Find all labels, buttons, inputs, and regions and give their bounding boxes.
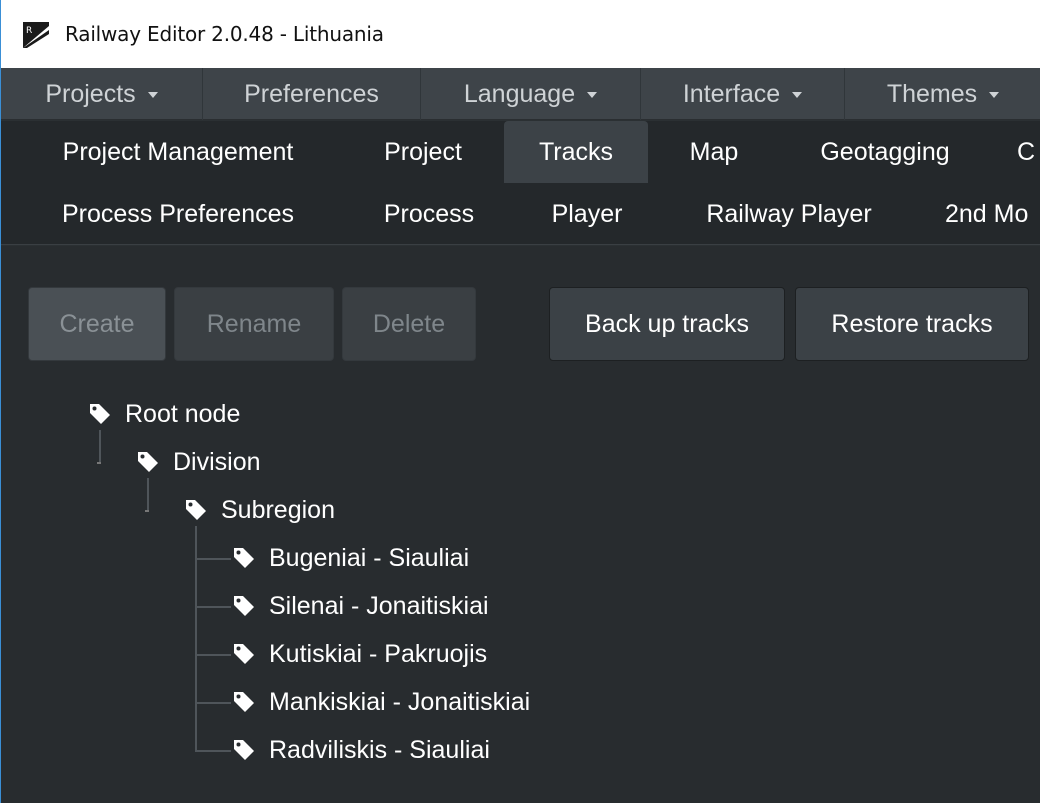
tag-icon xyxy=(138,452,158,472)
nav-language[interactable]: Language xyxy=(421,68,641,120)
tree-connector xyxy=(197,558,231,560)
tree-connector xyxy=(197,654,231,656)
nav-interface[interactable]: Interface xyxy=(641,68,845,120)
caret-down-icon xyxy=(147,92,158,98)
delete-button[interactable]: Delete xyxy=(342,287,476,361)
tab-geotagging[interactable]: Geotagging xyxy=(791,121,979,183)
tree-node-track[interactable]: Bugeniai - Siauliai xyxy=(233,536,469,580)
nav-themes[interactable]: Themes xyxy=(845,68,1040,120)
railway-app-icon: R xyxy=(23,22,49,48)
tree-node-label: Division xyxy=(173,447,261,476)
tree-node-label: Kutiskiai - Pakruojis xyxy=(269,639,488,668)
main-navbar: Projects Preferences Language Interface … xyxy=(1,68,1040,120)
restore-tracks-button[interactable]: Restore tracks xyxy=(795,287,1029,361)
tree-node-subregion[interactable]: Subregion xyxy=(185,488,335,532)
rename-button[interactable]: Rename xyxy=(174,287,334,361)
tab-strip: Project Management Project Tracks Map Ge… xyxy=(1,121,1040,245)
caret-down-icon xyxy=(792,92,803,98)
caret-down-icon xyxy=(587,92,598,98)
tag-icon xyxy=(234,596,254,616)
tree-node-track[interactable]: Kutiskiai - Pakruojis xyxy=(233,632,487,676)
nav-preferences[interactable]: Preferences xyxy=(203,68,421,120)
tab-process-preferences[interactable]: Process Preferences xyxy=(27,183,329,245)
tab-truncated[interactable]: C xyxy=(1017,121,1040,183)
tree-node-track[interactable]: Radviliskis - Siauliai xyxy=(233,728,490,772)
tab-2nd-monitor[interactable]: 2nd Mo xyxy=(945,183,1040,245)
tag-icon xyxy=(234,692,254,712)
tree-connector xyxy=(197,702,231,704)
svg-text:R: R xyxy=(26,26,32,36)
tab-tracks[interactable]: Tracks xyxy=(504,121,648,183)
tree-node-label: Bugeniai - Siauliai xyxy=(269,543,470,572)
nav-projects[interactable]: Projects xyxy=(1,68,203,120)
tab-railway-player[interactable]: Railway Player xyxy=(677,183,901,245)
tag-icon xyxy=(234,644,254,664)
tree-node-label: Silenai - Jonaitiskiai xyxy=(269,591,489,620)
tree-connector xyxy=(197,606,231,608)
tab-player[interactable]: Player xyxy=(527,183,647,245)
tree-node-label: Radviliskis - Siauliai xyxy=(269,735,490,764)
tag-icon xyxy=(234,548,254,568)
backup-tracks-button[interactable]: Back up tracks xyxy=(549,287,785,361)
tree-node-track[interactable]: Mankiskiai - Jonaitiskiai xyxy=(233,680,530,724)
tree-node-root[interactable]: Root node xyxy=(89,392,240,436)
collapse-toggle-icon[interactable] xyxy=(97,462,101,464)
create-button[interactable]: Create xyxy=(28,287,166,361)
tab-process[interactable]: Process xyxy=(357,183,501,245)
tree-node-track[interactable]: Silenai - Jonaitiskiai xyxy=(233,584,489,628)
app-window: R Railway Editor 2.0.48 - Lithuania Proj… xyxy=(0,0,1040,803)
tag-icon xyxy=(90,404,110,424)
caret-down-icon xyxy=(989,92,1000,98)
tab-map[interactable]: Map xyxy=(671,121,757,183)
title-bar: R Railway Editor 2.0.48 - Lithuania xyxy=(1,0,1040,68)
collapse-toggle-icon[interactable] xyxy=(145,510,149,512)
tree-node-label: Root node xyxy=(125,399,241,428)
tree-node-label: Subregion xyxy=(221,495,335,524)
tab-project[interactable]: Project xyxy=(357,121,489,183)
tag-icon xyxy=(186,500,206,520)
tag-icon xyxy=(234,740,254,760)
tree-node-label: Mankiskiai - Jonaitiskiai xyxy=(269,687,531,716)
tree-node-division[interactable]: Division xyxy=(137,440,261,484)
tree-connector xyxy=(197,750,231,752)
tab-project-management[interactable]: Project Management xyxy=(27,121,329,183)
window-title: Railway Editor 2.0.48 - Lithuania xyxy=(65,22,384,46)
